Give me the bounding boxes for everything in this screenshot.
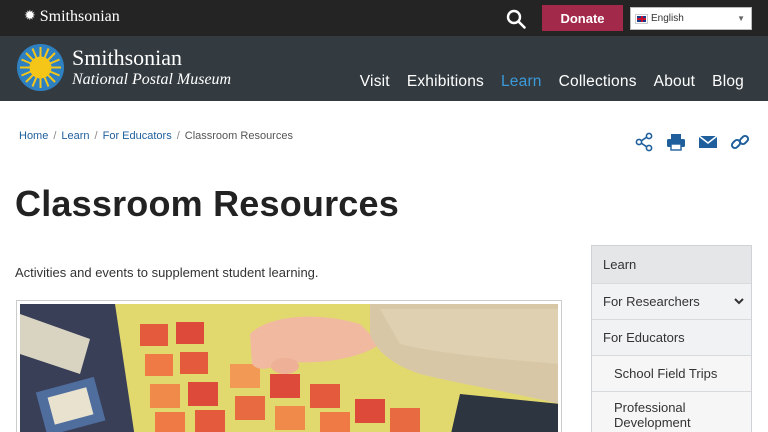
share-toolbar — [634, 132, 750, 152]
sidenav-for-educators-label: For Educators — [603, 330, 685, 345]
breadcrumb-home[interactable]: Home — [19, 130, 48, 142]
nav-visit[interactable]: Visit — [360, 73, 390, 91]
section-sidenav: Learn For Researchers For Educators Scho… — [591, 245, 752, 432]
link-icon[interactable] — [730, 132, 750, 152]
breadcrumb-learn[interactable]: Learn — [61, 130, 89, 142]
sidenav-school-field-trips[interactable]: School Field Trips — [592, 356, 751, 392]
hero-image — [16, 300, 562, 432]
sidenav-school-field-trips-label: School Field Trips — [614, 366, 718, 381]
language-value: English — [651, 13, 684, 24]
stamps-photo — [20, 304, 558, 432]
breadcrumb-for-educators[interactable]: For Educators — [103, 130, 172, 142]
museum-name-line1: Smithsonian — [72, 45, 183, 70]
breadcrumb: Home / Learn / For Educators / Classroom… — [19, 130, 293, 142]
print-icon[interactable] — [666, 132, 686, 152]
breadcrumb-current: Classroom Resources — [184, 130, 293, 142]
sidenav-professional-development-label: Professional Development — [614, 399, 691, 430]
chevron-down-icon[interactable] — [733, 295, 745, 307]
nav-blog[interactable]: Blog — [712, 73, 744, 91]
museum-name[interactable]: Smithsonian National Postal Museum — [72, 46, 231, 90]
sunburst-icon: ✹ — [24, 9, 36, 24]
email-icon[interactable] — [698, 132, 718, 152]
chevron-down-icon: ▼ — [737, 14, 745, 23]
search-icon — [506, 9, 526, 29]
smithsonian-brand-link[interactable]: ✹ Smithsonian — [24, 8, 120, 26]
nav-exhibitions[interactable]: Exhibitions — [407, 73, 484, 91]
donate-button[interactable]: Donate — [542, 5, 623, 31]
language-select[interactable]: English ▼ — [630, 7, 752, 30]
site-header: Smithsonian National Postal Museum Visit… — [0, 36, 768, 101]
utility-bar: ✹ Smithsonian Donate English ▼ — [0, 0, 768, 36]
sidenav-professional-development[interactable]: Professional Development — [592, 392, 751, 432]
search-button[interactable] — [505, 8, 527, 30]
sidenav-learn[interactable]: Learn — [592, 246, 751, 284]
uk-flag-icon — [635, 13, 648, 24]
share-icon[interactable] — [634, 132, 654, 152]
museum-name-line2: National Postal Museum — [72, 71, 232, 88]
brand-label: Smithsonian — [39, 8, 120, 25]
museum-logo[interactable] — [17, 44, 64, 91]
sidenav-learn-label: Learn — [603, 257, 637, 272]
sidenav-for-researchers-label: For Researchers — [603, 294, 700, 309]
sun-logo-icon — [17, 44, 64, 91]
nav-collections[interactable]: Collections — [559, 73, 637, 91]
nav-learn[interactable]: Learn — [501, 73, 542, 91]
breadcrumb-separator: / — [176, 130, 180, 142]
page-intro: Activities and events to supplement stud… — [15, 265, 319, 280]
page-title: Classroom Resources — [15, 183, 399, 224]
nav-about[interactable]: About — [654, 73, 696, 91]
sidenav-for-researchers[interactable]: For Researchers — [592, 284, 751, 320]
sidenav-for-educators[interactable]: For Educators — [592, 320, 751, 356]
breadcrumb-separator: / — [53, 130, 57, 142]
breadcrumb-separator: / — [94, 130, 98, 142]
main-nav: Visit Exhibitions Learn Collections Abou… — [343, 73, 744, 91]
